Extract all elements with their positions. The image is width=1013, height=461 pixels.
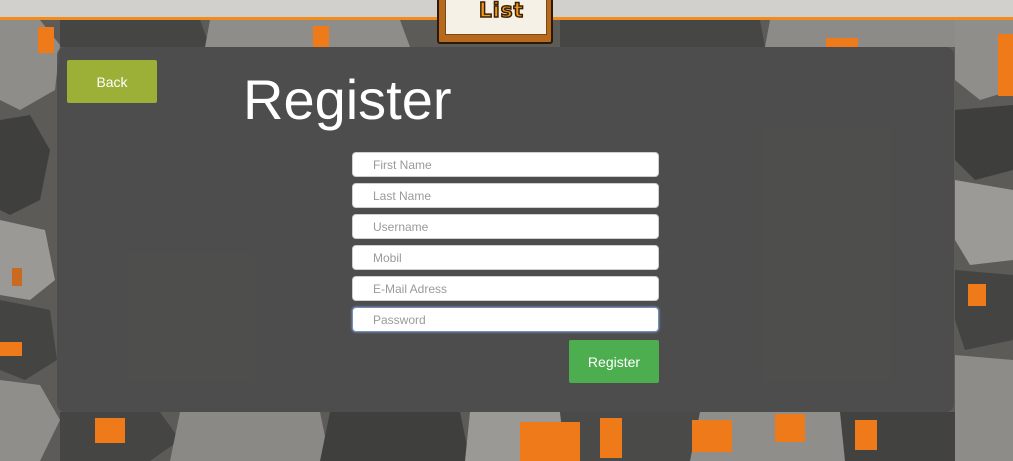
register-form <box>352 152 659 338</box>
username-field[interactable] <box>352 214 659 239</box>
register-button[interactable]: Register <box>569 340 659 383</box>
mobile-field[interactable] <box>352 245 659 270</box>
app-logo: List <box>437 0 553 44</box>
back-button[interactable]: Back <box>67 60 157 103</box>
register-panel: Back Register Register <box>57 47 954 412</box>
page-title: Register <box>243 68 452 131</box>
email-field[interactable] <box>352 276 659 301</box>
logo-text: List <box>478 0 525 23</box>
password-field[interactable] <box>352 307 659 332</box>
first-name-field[interactable] <box>352 152 659 177</box>
last-name-field[interactable] <box>352 183 659 208</box>
